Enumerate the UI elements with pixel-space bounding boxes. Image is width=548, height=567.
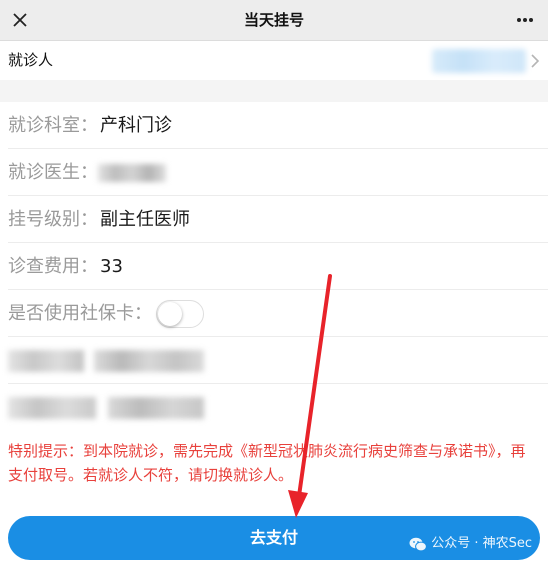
patient-name-redacted xyxy=(432,49,526,73)
insurance-row: 是否使用社保卡： xyxy=(0,290,548,337)
toggle-knob xyxy=(158,302,182,326)
doctor-label: 就诊医生： xyxy=(8,162,98,183)
department-label: 就诊科室： xyxy=(8,115,98,136)
department-row: 就诊科室： 产科门诊 xyxy=(0,102,548,149)
fee-value: 33 xyxy=(100,256,123,277)
redacted-text xyxy=(108,397,204,419)
level-row: 挂号级别： 副主任医师 xyxy=(0,196,548,243)
fee-label: 诊查费用： xyxy=(8,256,98,277)
more-icon xyxy=(517,18,533,22)
redacted-row-1 xyxy=(0,337,548,384)
watermark-text: 公众号 · 神农Sec xyxy=(431,536,532,551)
wechat-icon xyxy=(409,537,428,551)
redacted-row-2 xyxy=(0,384,548,431)
section-gap xyxy=(0,80,548,102)
top-bar: 当天挂号 xyxy=(0,0,548,41)
level-value: 副主任医师 xyxy=(100,209,190,230)
doctor-name-redacted xyxy=(98,164,166,182)
level-label: 挂号级别： xyxy=(8,209,98,230)
doctor-row: 就诊医生： xyxy=(0,149,548,196)
patient-label: 就诊人 xyxy=(8,51,54,69)
redacted-text xyxy=(8,397,96,419)
watermark: 公众号 · 神农Sec xyxy=(409,533,532,555)
redacted-text xyxy=(94,350,204,372)
department-value: 产科门诊 xyxy=(100,115,172,136)
special-notice: 特别提示：到本院就诊，需先完成《新型冠状肺炎流行病史筛查与承诺书》，再支付取号。… xyxy=(8,442,526,484)
fee-row: 诊查费用： 33 xyxy=(0,243,548,290)
more-button[interactable] xyxy=(510,6,540,34)
page-title: 当天挂号 xyxy=(243,11,304,29)
insurance-label: 是否使用社保卡： xyxy=(8,303,152,324)
redacted-text xyxy=(8,350,84,372)
chevron-right-icon xyxy=(531,54,540,68)
patient-selector[interactable]: 就诊人 xyxy=(0,41,548,80)
insurance-toggle[interactable] xyxy=(156,300,204,328)
